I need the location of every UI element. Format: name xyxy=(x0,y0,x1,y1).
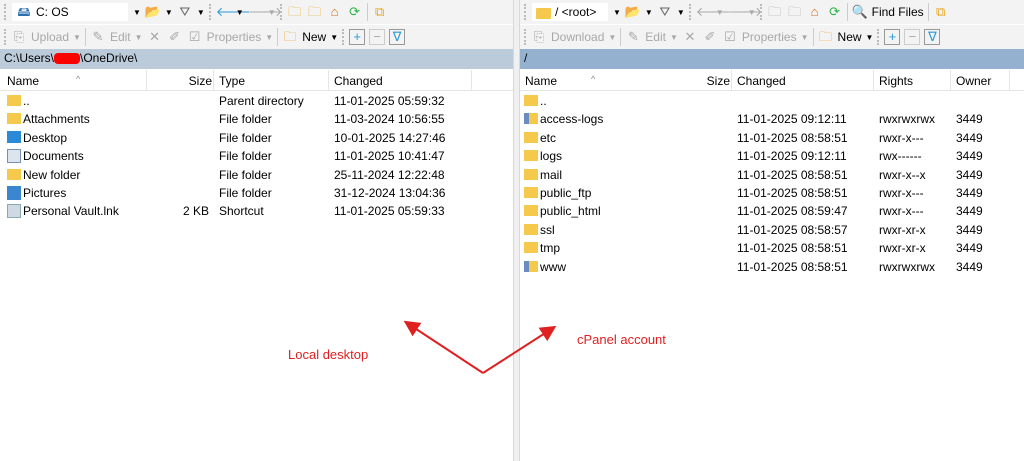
annotation-local: Local desktop xyxy=(288,347,369,362)
annotation-arrows xyxy=(403,320,557,374)
annotation-remote: cPanel account xyxy=(577,332,666,347)
arrow-to-local xyxy=(403,320,484,374)
arrow-to-remote xyxy=(482,325,557,374)
